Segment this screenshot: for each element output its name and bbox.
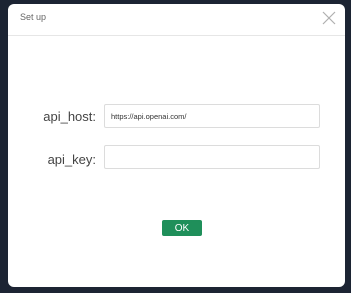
close-icon bbox=[322, 11, 336, 25]
api-host-input[interactable] bbox=[104, 104, 320, 128]
dialog-title-bar: Set up bbox=[8, 4, 345, 36]
dialog-title: Set up bbox=[20, 12, 47, 22]
close-button[interactable] bbox=[321, 10, 337, 26]
api-host-label: api_host: bbox=[43, 109, 96, 124]
app-background: Set up api_host: api_key: OK bbox=[0, 0, 351, 293]
setup-dialog: Set up api_host: api_key: OK bbox=[8, 4, 345, 287]
ok-button[interactable]: OK bbox=[162, 220, 202, 236]
api-key-input[interactable] bbox=[104, 145, 320, 169]
api-key-label: api_key: bbox=[47, 152, 96, 167]
